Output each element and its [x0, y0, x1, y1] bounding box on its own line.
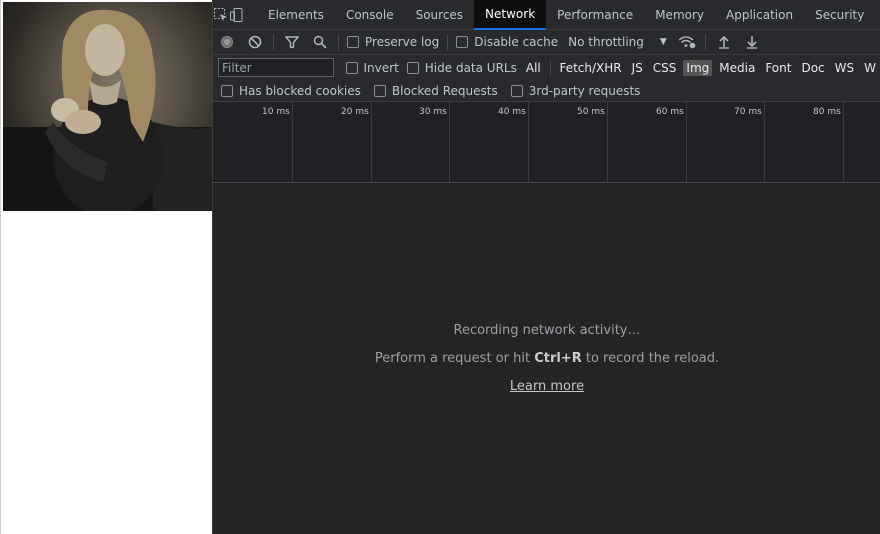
timeline-tick-label: 20 ms [341, 107, 369, 117]
filter-type-ws[interactable]: WS [832, 60, 857, 76]
throttling-select[interactable]: No throttling ▼ [562, 30, 673, 55]
tab-console[interactable]: Console [335, 0, 405, 30]
hide-data-urls-checkbox[interactable]: Hide data URLs [403, 55, 521, 80]
filter-bar-secondary: Has blocked cookies Blocked Requests 3rd… [213, 80, 880, 102]
disable-cache-label: Disable cache [474, 35, 559, 49]
inspect-element-icon[interactable] [213, 0, 229, 30]
toolbar-divider [447, 34, 449, 50]
reload-hint-suffix: to record the reload. [581, 351, 720, 366]
reload-hint-prefix: Perform a request or hit [374, 351, 535, 366]
filter-type-doc[interactable]: Doc [798, 60, 827, 76]
blocked-requests-label: Blocked Requests [391, 83, 498, 98]
learn-more-link[interactable]: Learn more [213, 379, 880, 394]
timeline-tick-label: 60 ms [656, 107, 684, 117]
tab-network[interactable]: Network [474, 0, 547, 30]
filter-type-css[interactable]: CSS [650, 60, 680, 76]
tab-performance[interactable]: Performance [546, 0, 644, 30]
clear-icon[interactable] [241, 30, 269, 55]
filter-type-all[interactable]: All [523, 60, 544, 76]
third-party-requests-label: 3rd-party requests [528, 83, 641, 98]
page: Elements Console Sources Network Perform… [0, 0, 880, 534]
checkbox-box[interactable] [345, 61, 358, 74]
import-har-icon[interactable] [710, 30, 738, 55]
checkbox-box[interactable] [406, 61, 419, 74]
filter-type-js[interactable]: JS [629, 60, 646, 76]
reload-shortcut: Ctrl+R [534, 351, 582, 366]
network-conditions-icon[interactable] [673, 30, 701, 55]
throttling-label: No throttling [568, 35, 644, 49]
checkbox-box[interactable] [456, 36, 469, 48]
checkbox-box[interactable] [373, 84, 386, 97]
portrait-photo [3, 2, 212, 211]
tab-elements[interactable]: Elements [257, 0, 335, 30]
filter-divider [549, 59, 551, 76]
filter-type-font[interactable]: Font [762, 60, 794, 76]
toolbar-divider [273, 34, 274, 50]
third-party-requests-checkbox[interactable]: 3rd-party requests [503, 78, 646, 103]
timeline-gridline [371, 102, 372, 182]
timeline-gridline [686, 102, 687, 182]
timeline-overview[interactable]: 10 ms 20 ms 30 ms 40 ms 50 ms 60 ms 70 ms 80 ms [213, 102, 880, 183]
timeline-tick-label: 80 ms [813, 107, 841, 117]
timeline-gridline [764, 102, 765, 182]
filter-bar: Filter Invert Hide data URLs All Fetch/X… [213, 55, 880, 80]
timeline-tick-label: 40 ms [498, 107, 526, 117]
tab-security[interactable]: Security [804, 0, 875, 30]
webpage-viewport [0, 0, 212, 534]
timeline-gridline [607, 102, 608, 182]
filter-type-fetch-xhr[interactable]: Fetch/XHR [556, 60, 624, 76]
recording-message: Recording network activity… [453, 323, 641, 338]
has-blocked-cookies-label: Has blocked cookies [239, 83, 361, 98]
devtools-panel: Elements Console Sources Network Perform… [212, 0, 880, 534]
timeline-gridline [528, 102, 529, 182]
filter-type-img[interactable]: Img [683, 59, 713, 76]
blocked-requests-checkbox[interactable]: Blocked Requests [366, 78, 503, 103]
timeline-gridline [449, 102, 450, 182]
timeline-tick-label: 30 ms [419, 107, 447, 117]
timeline-gridline [843, 102, 844, 182]
preserve-log-label: Preserve log [365, 35, 440, 49]
timeline-tick-label: 10 ms [262, 107, 290, 117]
tab-memory[interactable]: Memory [644, 0, 715, 30]
filter-icon[interactable] [278, 30, 306, 55]
export-har-icon[interactable] [738, 30, 766, 55]
search-icon[interactable] [306, 30, 334, 55]
devtools-tabbar: Elements Console Sources Network Perform… [213, 0, 880, 30]
timeline-gridline [292, 102, 293, 182]
disable-cache-checkbox[interactable]: Disable cache [452, 30, 562, 55]
hide-data-urls-label: Hide data URLs [424, 60, 517, 75]
filter-type-media[interactable]: Media [716, 60, 758, 76]
filter-input[interactable]: Filter [218, 58, 335, 77]
preserve-log-checkbox[interactable]: Preserve log [343, 30, 443, 55]
checkbox-box[interactable] [347, 36, 359, 48]
toolbar-divider [338, 34, 339, 50]
tab-application[interactable]: Application [715, 0, 804, 30]
chevron-down-icon: ▼ [659, 37, 667, 47]
checkbox-box[interactable] [510, 84, 523, 97]
tab-sources[interactable]: Sources [405, 0, 474, 30]
device-toolbar-icon[interactable] [229, 0, 245, 30]
invert-label: Invert [363, 60, 399, 75]
record-icon[interactable] [213, 30, 241, 55]
toolbar-divider [704, 34, 706, 50]
reload-hint: Perform a request or hit Ctrl+R to recor… [213, 351, 880, 366]
checkbox-box[interactable] [221, 84, 233, 97]
has-blocked-cookies-checkbox[interactable]: Has blocked cookies [213, 78, 366, 103]
requests-area: Recording network activity… Perform a re… [213, 183, 880, 534]
network-toolbar: Preserve log Disable cache No throttling… [213, 30, 880, 55]
filter-type-wasm-truncated[interactable]: W [861, 60, 879, 76]
tab-lighthouse-truncated[interactable]: L [875, 0, 880, 30]
timeline-tick-label: 70 ms [734, 107, 762, 117]
timeline-tick-label: 50 ms [577, 107, 605, 117]
learn-more-label[interactable]: Learn more [510, 379, 584, 394]
invert-checkbox[interactable]: Invert [342, 55, 403, 80]
